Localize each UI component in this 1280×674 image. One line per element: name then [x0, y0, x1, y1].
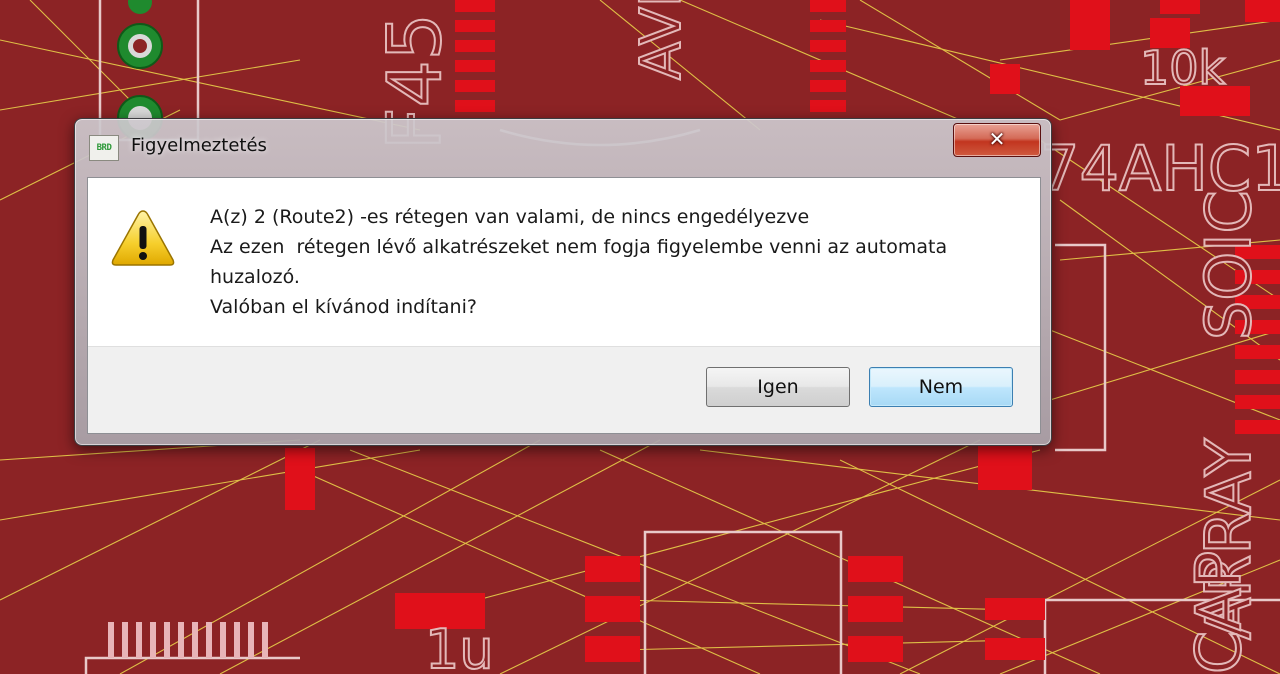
- silk-label: CAP: [1182, 551, 1255, 674]
- silk-label: 10k: [1140, 41, 1226, 95]
- close-icon: ✕: [988, 127, 1006, 151]
- dialog-button-bar: Igen Nem: [88, 346, 1040, 433]
- dialog-titlebar[interactable]: BRD Figyelmeztetés ✕: [75, 119, 1051, 175]
- silk-label: 1u: [425, 618, 494, 674]
- silk-label: SOIC: [1192, 190, 1265, 340]
- dialog-message: A(z) 2 (Route2) -es rétegen van valami, …: [210, 202, 1030, 322]
- dialog-body: A(z) 2 (Route2) -es rétegen van valami, …: [87, 177, 1041, 434]
- close-button[interactable]: ✕: [953, 123, 1041, 157]
- no-button[interactable]: Nem: [869, 367, 1013, 407]
- dialog-title: Figyelmeztetés: [131, 135, 267, 156]
- message-line: Valóban el kívánod indítani?: [210, 296, 477, 318]
- silk-label: AVR: [629, 0, 694, 80]
- warning-dialog: BRD Figyelmeztetés ✕ A(z) 2 (Route2) -es…: [74, 118, 1052, 446]
- message-line: A(z) 2 (Route2) -es rétegen van valami, …: [210, 206, 810, 228]
- yes-button[interactable]: Igen: [706, 367, 850, 407]
- message-line: huzalozó.: [210, 266, 300, 288]
- app-icon: BRD: [89, 135, 119, 161]
- warning-triangle-icon: [111, 210, 175, 266]
- message-line: Az ezen rétegen lévő alkatrészeket nem f…: [210, 236, 948, 258]
